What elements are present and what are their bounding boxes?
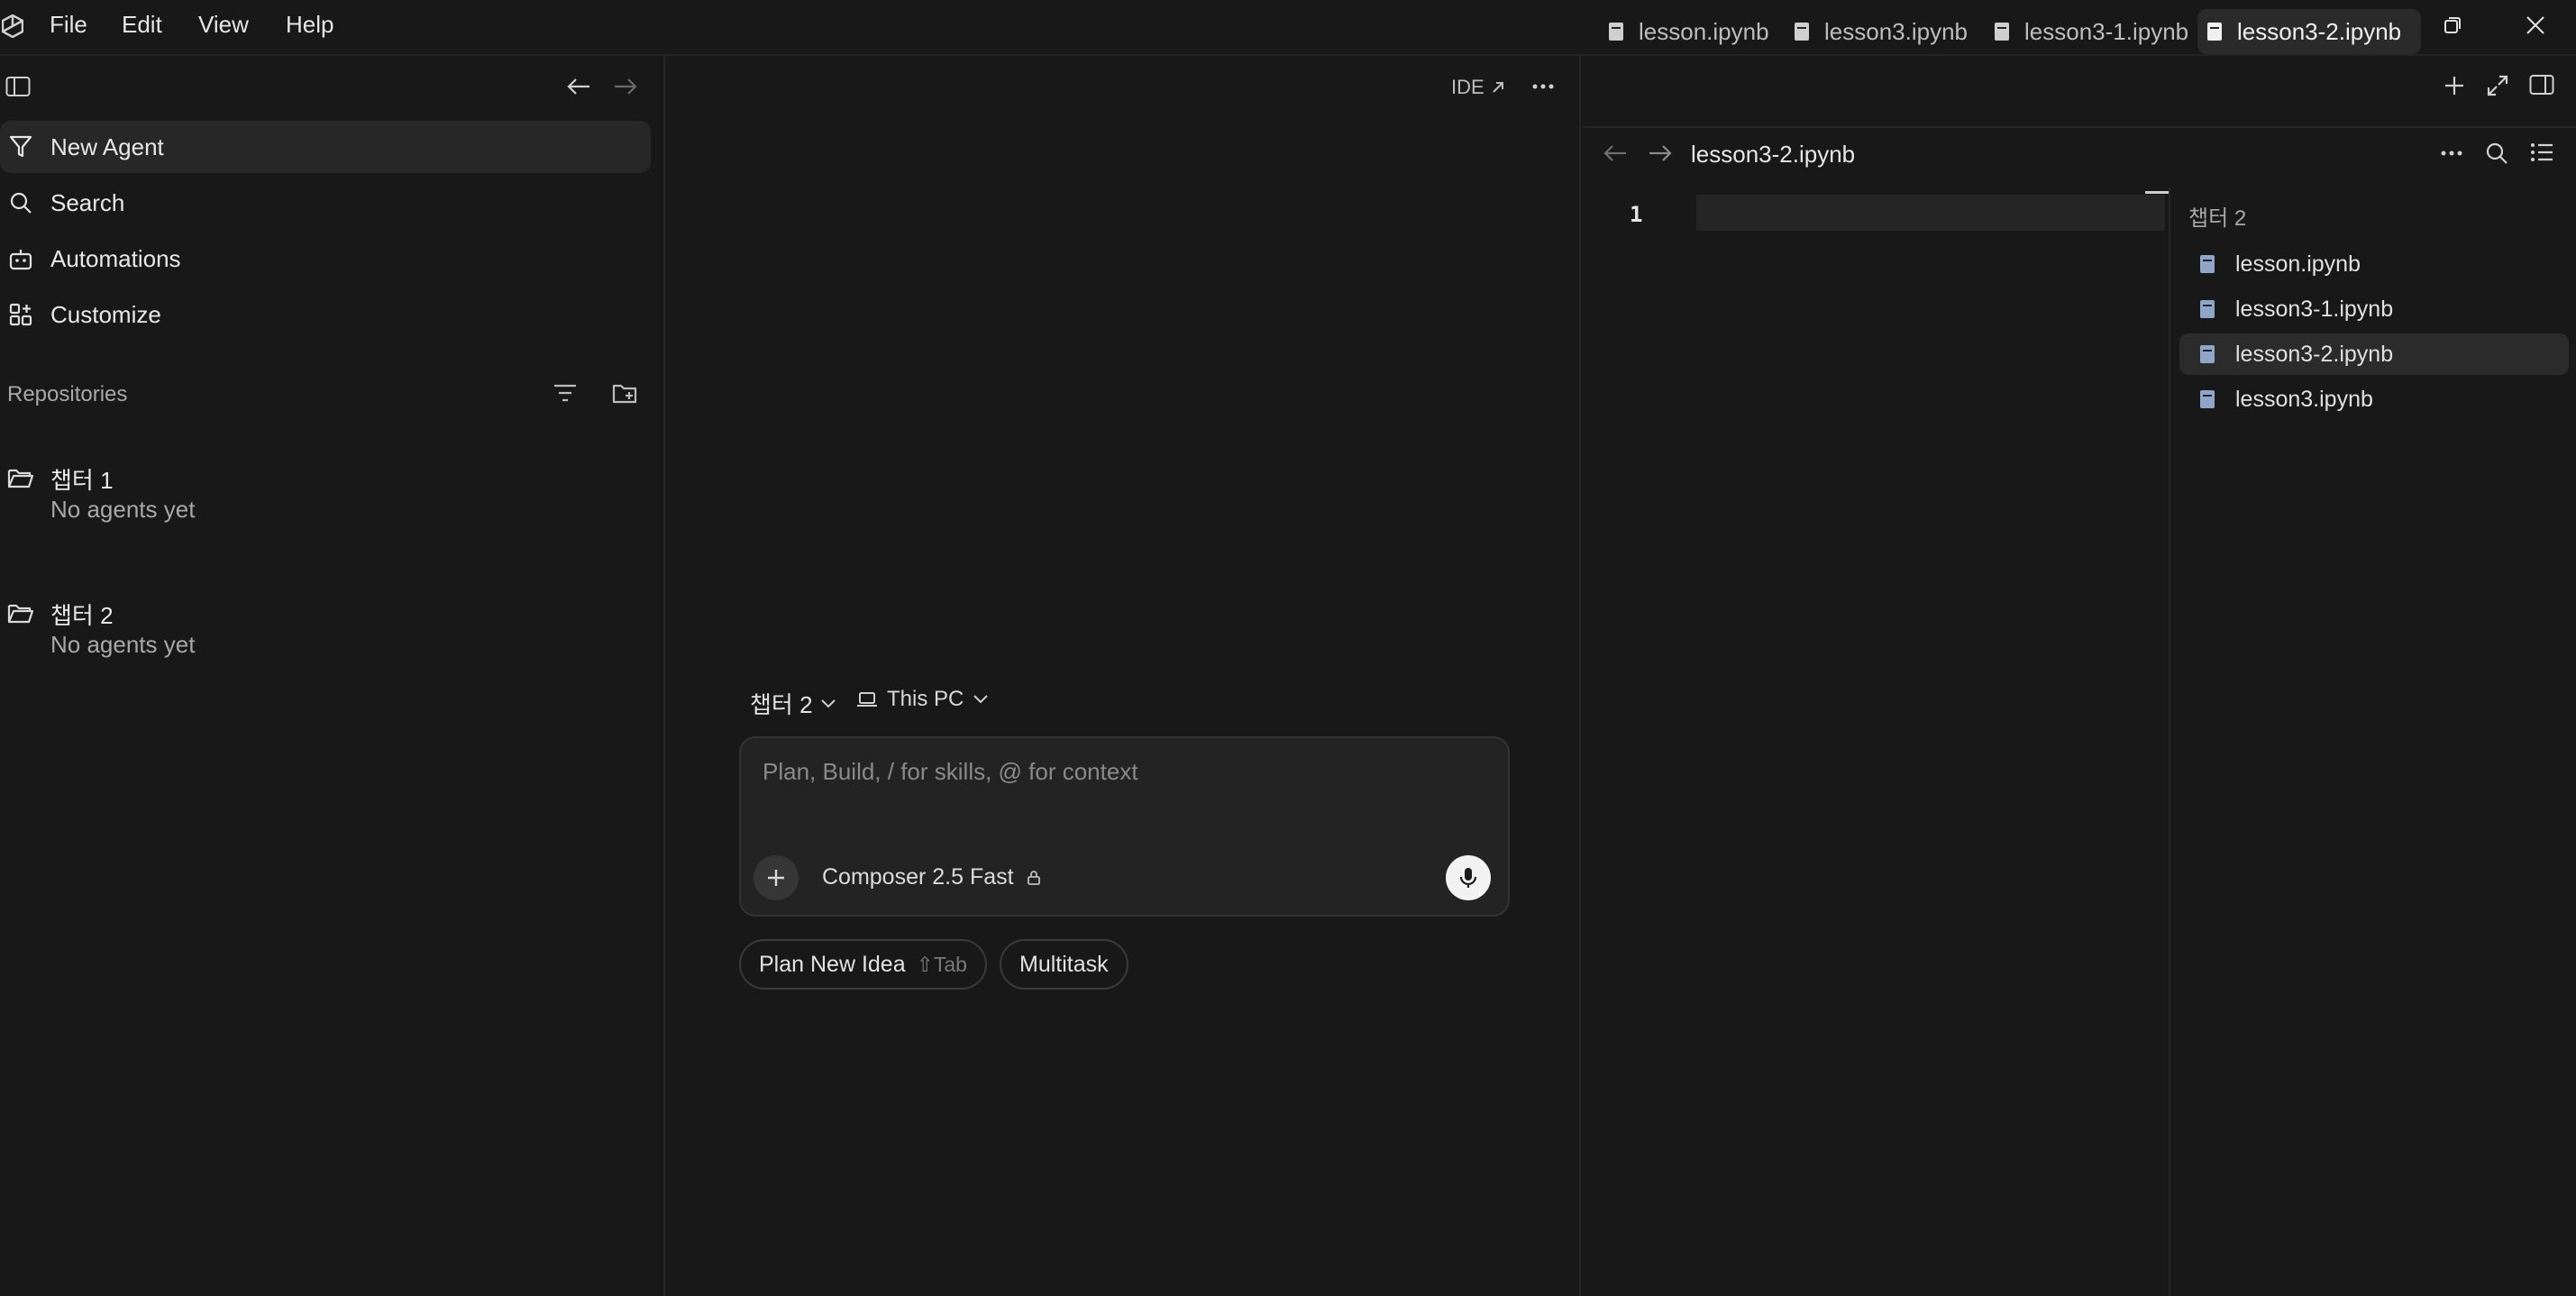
sidebar-item-new-agent[interactable]: New Agent bbox=[0, 121, 651, 173]
repo-selector-label: 챕터 2 bbox=[750, 691, 813, 718]
grid-plus-icon bbox=[7, 301, 34, 328]
multitask-label: Multitask bbox=[1019, 951, 1109, 977]
repo-name: 챕터 2 bbox=[50, 601, 114, 629]
add-folder-icon[interactable] bbox=[611, 380, 638, 406]
sidebar-item-label: Customize bbox=[50, 300, 161, 328]
editor-forward-icon[interactable] bbox=[1648, 142, 1673, 164]
search-icon bbox=[7, 189, 34, 216]
agent-icon bbox=[7, 133, 34, 160]
sidebar-item-label: Automations bbox=[50, 244, 181, 272]
plan-new-idea-button[interactable]: Plan New Idea ⇧Tab bbox=[739, 939, 987, 990]
multitask-button[interactable]: Multitask bbox=[1000, 939, 1128, 990]
lock-icon bbox=[1027, 870, 1041, 886]
open-ide-button[interactable]: IDE bbox=[1451, 76, 1506, 99]
close-window-button[interactable] bbox=[2504, 0, 2567, 50]
editor-more-icon[interactable] bbox=[2441, 150, 2462, 157]
composer-input[interactable]: Plan, Build, / for skills, @ for context bbox=[763, 758, 1138, 786]
menu-help[interactable]: Help bbox=[286, 11, 333, 39]
tab-lesson3-2[interactable]: lesson3-2.ipynb bbox=[2197, 9, 2422, 54]
outline-file-label: lesson.ipynb bbox=[2235, 251, 2361, 277]
sidebar-item-search[interactable]: Search bbox=[0, 177, 651, 229]
tab-label: lesson.ipynb bbox=[1639, 17, 1769, 45]
maximize-pane-icon[interactable] bbox=[2486, 74, 2509, 97]
breadcrumb-file[interactable]: lesson3-2.ipynb bbox=[1691, 141, 1855, 169]
notebook-file-icon bbox=[2199, 254, 2215, 274]
external-link-icon bbox=[1490, 79, 1506, 96]
outline-file-label: lesson3-2.ipynb bbox=[2235, 341, 2394, 367]
attach-button[interactable] bbox=[754, 855, 799, 900]
repo-selector[interactable]: 챕터 2 bbox=[750, 687, 836, 720]
editor-search-icon[interactable] bbox=[2484, 141, 2509, 166]
sidebar-item-customize[interactable]: Customize bbox=[0, 288, 651, 341]
plan-label: Plan New Idea bbox=[759, 951, 906, 977]
chevron-down-icon bbox=[973, 694, 989, 705]
notebook-file-icon bbox=[2206, 22, 2223, 41]
outline-file-label: lesson3-1.ipynb bbox=[2235, 296, 2394, 322]
outline-list-icon[interactable] bbox=[2529, 141, 2554, 164]
tab-label: lesson3.ipynb bbox=[1824, 17, 1968, 45]
menu-edit[interactable]: Edit bbox=[122, 11, 162, 39]
toggle-panel-icon[interactable] bbox=[2529, 74, 2554, 96]
chevron-down-icon bbox=[820, 698, 836, 709]
sidebar-item-automations[interactable]: Automations bbox=[0, 233, 651, 285]
microphone-icon bbox=[1458, 866, 1478, 890]
editor-back-icon[interactable] bbox=[1603, 142, 1628, 164]
repositories-heading: Repositories bbox=[7, 382, 128, 406]
forward-arrow-icon[interactable] bbox=[613, 76, 638, 97]
repo-empty-text: No agents yet bbox=[50, 496, 196, 523]
agent-pane: IDE 챕터 2 This PC Plan, Build, / for skil… bbox=[667, 56, 1581, 1296]
notebook-file-icon bbox=[1994, 22, 2010, 41]
notebook-file-icon bbox=[2199, 299, 2215, 319]
outline-divider bbox=[2169, 187, 2170, 1296]
restore-button[interactable] bbox=[2421, 0, 2484, 50]
robot-icon bbox=[7, 245, 34, 272]
tab-label: lesson3-2.ipynb bbox=[2237, 17, 2402, 45]
composer-box[interactable]: Plan, Build, / for skills, @ for context… bbox=[739, 736, 1510, 917]
repo-empty-text: No agents yet bbox=[50, 631, 196, 658]
line-number: 1 bbox=[1630, 202, 1643, 227]
outline-title: 챕터 2 bbox=[2188, 206, 2247, 231]
plan-shortcut: ⇧Tab bbox=[916, 952, 967, 976]
outline-file-lesson3-1[interactable]: lesson3-1.ipynb bbox=[2179, 288, 2569, 330]
tab-lesson3-1[interactable]: lesson3-1.ipynb bbox=[1985, 9, 2197, 54]
tabs-divider bbox=[1583, 126, 2576, 128]
tab-lesson[interactable]: lesson.ipynb bbox=[1599, 9, 1778, 54]
environment-selector[interactable]: This PC bbox=[856, 687, 989, 712]
app-logo-icon bbox=[2, 14, 23, 38]
outline-file-lesson3[interactable]: lesson3.ipynb bbox=[2179, 379, 2569, 420]
ide-label: IDE bbox=[1451, 76, 1484, 98]
filter-icon[interactable] bbox=[552, 380, 579, 406]
model-selector[interactable]: Composer 2.5 Fast bbox=[822, 864, 1041, 890]
folder-open-icon bbox=[7, 465, 34, 492]
menu-file[interactable]: File bbox=[50, 11, 87, 39]
notebook-file-icon bbox=[1794, 22, 1810, 41]
code-line-1[interactable] bbox=[1696, 195, 2165, 231]
outline-file-lesson3-2[interactable]: lesson3-2.ipynb bbox=[2179, 333, 2569, 375]
more-options-icon[interactable] bbox=[1532, 83, 1554, 90]
new-tab-icon[interactable] bbox=[2443, 74, 2466, 97]
toggle-sidebar-icon[interactable] bbox=[5, 76, 31, 97]
folder-open-icon bbox=[7, 600, 34, 627]
tab-lesson3[interactable]: lesson3.ipynb bbox=[1785, 9, 1977, 54]
sidebar-item-label: New Agent bbox=[50, 132, 164, 160]
voice-input-button[interactable] bbox=[1446, 855, 1491, 900]
notebook-file-icon bbox=[1608, 22, 1624, 41]
menu-view[interactable]: View bbox=[198, 11, 249, 39]
editor-pane bbox=[1583, 56, 2576, 1296]
minimap-marker bbox=[2145, 191, 2169, 194]
environment-label: This PC bbox=[887, 687, 964, 711]
tab-label: lesson3-1.ipynb bbox=[2024, 17, 2189, 45]
sidebar: New Agent Search Automations Customize R… bbox=[0, 56, 665, 1296]
sidebar-item-label: Search bbox=[50, 188, 125, 216]
plus-icon bbox=[765, 867, 787, 889]
laptop-icon bbox=[856, 690, 878, 708]
model-label: Composer 2.5 Fast bbox=[822, 864, 1014, 890]
outline-file-label: lesson3.ipynb bbox=[2235, 386, 2373, 412]
outline-file-lesson[interactable]: lesson.ipynb bbox=[2179, 243, 2569, 285]
notebook-file-icon bbox=[2199, 389, 2215, 409]
back-arrow-icon[interactable] bbox=[566, 76, 591, 97]
repo-name: 챕터 1 bbox=[50, 466, 114, 494]
notebook-file-icon bbox=[2199, 344, 2215, 364]
